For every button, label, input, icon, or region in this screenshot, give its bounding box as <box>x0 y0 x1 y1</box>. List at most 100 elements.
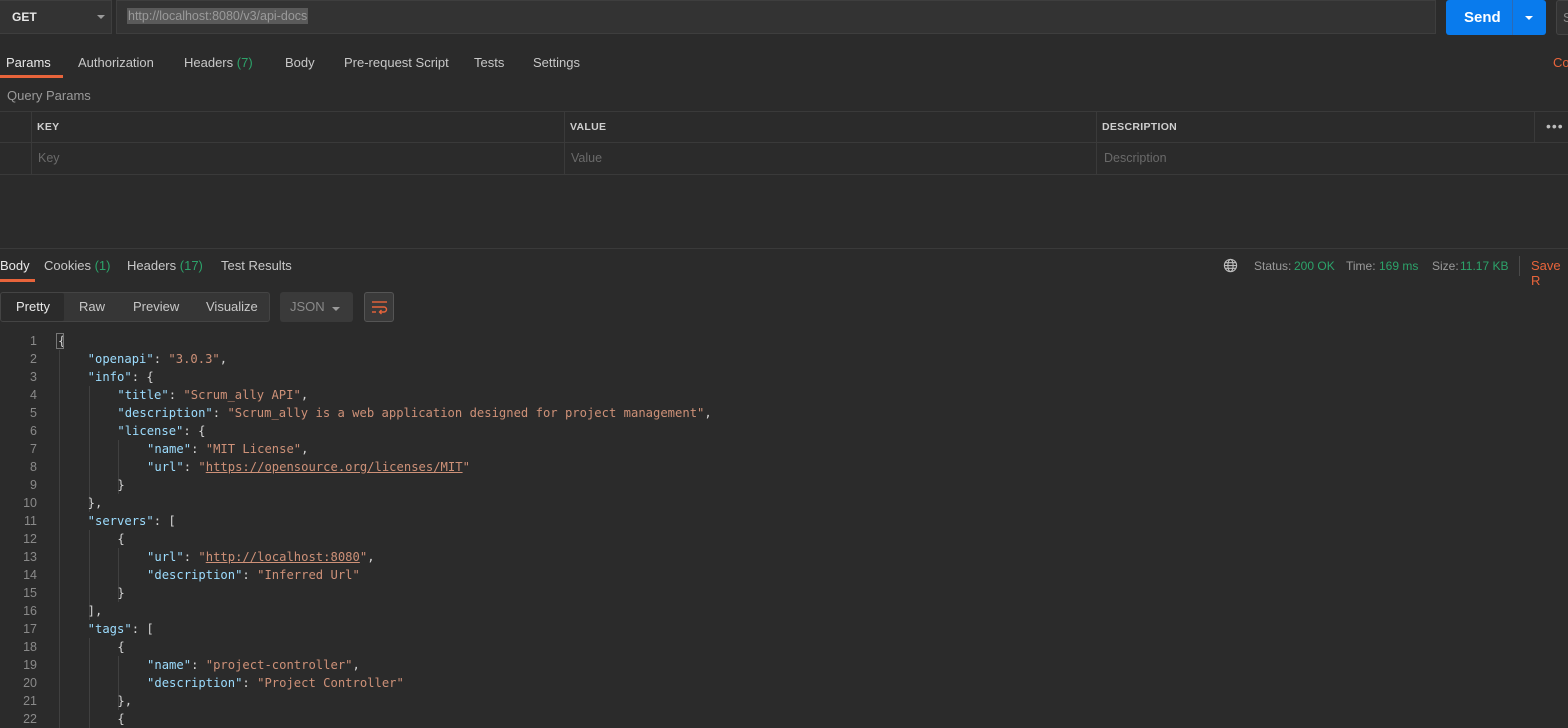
code-text: "info": { <box>88 368 154 386</box>
line-number: 14 <box>23 568 37 582</box>
code-line: 12 { <box>0 530 1568 548</box>
table-column-divider <box>1096 111 1097 174</box>
json-key: "title" <box>117 388 169 402</box>
value-input[interactable]: Value <box>571 151 602 165</box>
url-text[interactable]: http://localhost:8080/v3/api-docs <box>127 8 309 24</box>
line-number: 8 <box>30 460 37 474</box>
description-input[interactable]: Description <box>1104 151 1167 165</box>
code-line: 10}, <box>0 494 1568 512</box>
json-string: "3.0.3" <box>168 352 220 366</box>
save-response-button[interactable]: Save R <box>1531 258 1568 288</box>
code-text: "servers": [ <box>88 512 176 530</box>
tab-settings[interactable]: Settings <box>533 55 580 70</box>
line-number: 21 <box>23 694 37 708</box>
pane-divider[interactable] <box>0 248 1568 249</box>
wrap-lines-button[interactable] <box>364 292 394 322</box>
json-string: " <box>198 550 206 564</box>
query-params-table <box>0 111 1568 175</box>
method-label: GET <box>12 10 37 24</box>
code-line: 22 { <box>0 710 1568 728</box>
code-text: { <box>117 710 124 728</box>
tab-headers[interactable]: Headers (7) <box>184 55 253 70</box>
bracket-match-highlight <box>56 333 64 349</box>
json-string: "project-controller" <box>205 658 353 672</box>
json-punctuation: : [ <box>153 514 176 528</box>
code-line: 15} <box>0 584 1568 602</box>
code-line: 1{ <box>0 332 1568 350</box>
response-tab-headers[interactable]: Headers (17) <box>127 258 203 273</box>
code-line: 17 "tags": [ <box>0 620 1568 638</box>
code-text: "description": "Inferred Url" <box>147 566 360 584</box>
json-string: " <box>462 460 470 474</box>
line-number: 6 <box>30 424 37 438</box>
column-header-value: VALUE <box>570 121 607 133</box>
tab-pre-request-script[interactable]: Pre-request Script <box>344 55 449 70</box>
response-body-editor[interactable]: 1{2 "openapi": "3.0.3", 3 "info": {4 "title"… <box>0 331 1568 728</box>
key-input[interactable]: Key <box>38 151 60 165</box>
json-punctuation: } <box>117 478 125 492</box>
status-label: Status: <box>1254 259 1292 273</box>
chevron-down-icon[interactable] <box>331 302 341 317</box>
tab-body[interactable]: Body <box>285 55 315 70</box>
meta-divider <box>1519 256 1520 276</box>
code-text: ], <box>88 602 103 620</box>
json-key: "openapi" <box>87 352 154 366</box>
line-number: 9 <box>30 478 37 492</box>
line-number: 18 <box>23 640 37 654</box>
line-number: 15 <box>23 586 37 600</box>
json-punctuation: : <box>153 352 169 366</box>
view-mode-preview[interactable]: Preview <box>133 299 179 314</box>
url-input[interactable] <box>116 0 1436 34</box>
save-button-label[interactable]: S <box>1563 10 1568 25</box>
view-mode-raw[interactable]: Raw <box>79 299 105 314</box>
line-number: 17 <box>23 622 37 636</box>
send-button-label[interactable]: Send <box>1464 9 1501 26</box>
code-text: "name": "project-controller", <box>147 656 360 674</box>
json-key: "servers" <box>87 514 154 528</box>
code-text: } <box>117 476 124 494</box>
json-punctuation: }, <box>87 496 103 510</box>
size-value: 11.17 KB <box>1460 259 1509 273</box>
line-number: 20 <box>23 676 37 690</box>
json-url-link[interactable]: https://opensource.org/licenses/MIT <box>206 460 463 474</box>
code-text: } <box>117 584 124 602</box>
code-text: }, <box>88 494 103 512</box>
tab-params[interactable]: Params <box>6 55 51 70</box>
chevron-down-icon[interactable] <box>96 10 106 25</box>
line-number: 12 <box>23 532 37 546</box>
tab-authorization[interactable]: Authorization <box>78 55 154 70</box>
view-mode-pretty[interactable]: Pretty <box>16 299 50 314</box>
code-text: "url": "https://opensource.org/licenses/… <box>147 458 470 476</box>
json-punctuation: , <box>301 442 309 456</box>
response-headers-count: (17) <box>179 258 203 273</box>
tab-tests[interactable]: Tests <box>474 55 504 70</box>
json-punctuation: : <box>212 406 228 420</box>
json-punctuation: : <box>242 568 258 582</box>
response-tab-cookies[interactable]: Cookies (1) <box>44 258 110 273</box>
cookies-link[interactable]: Co <box>1553 55 1568 70</box>
json-punctuation: { <box>117 532 125 546</box>
status-value: 200 OK <box>1294 259 1335 273</box>
globe-icon[interactable] <box>1223 258 1238 276</box>
json-key: "license" <box>117 424 184 438</box>
json-punctuation: }, <box>117 694 133 708</box>
code-text: "tags": [ <box>88 620 154 638</box>
json-url-link[interactable]: http://localhost:8080 <box>206 550 360 564</box>
code-line: 19 "name": "project-controller", <box>0 656 1568 674</box>
more-options-icon[interactable]: ••• <box>1546 118 1564 134</box>
code-line: 6 "license": { <box>0 422 1568 440</box>
response-tab-test-results[interactable]: Test Results <box>221 258 292 273</box>
code-text: }, <box>117 692 132 710</box>
json-string: "Project Controller" <box>257 676 404 690</box>
json-punctuation: { <box>117 712 125 726</box>
code-text: { <box>117 530 124 548</box>
view-mode-visualize[interactable]: Visualize <box>206 299 258 314</box>
send-button-divider <box>1512 0 1513 35</box>
code-line: 3 "info": { <box>0 368 1568 386</box>
code-line: 14 "description": "Inferred Url" <box>0 566 1568 584</box>
line-number: 3 <box>30 370 37 384</box>
send-options-chevron-icon[interactable] <box>1524 11 1534 26</box>
json-punctuation: , <box>300 388 309 402</box>
response-tab-body[interactable]: Body <box>0 258 30 273</box>
json-key: "url" <box>147 550 184 564</box>
